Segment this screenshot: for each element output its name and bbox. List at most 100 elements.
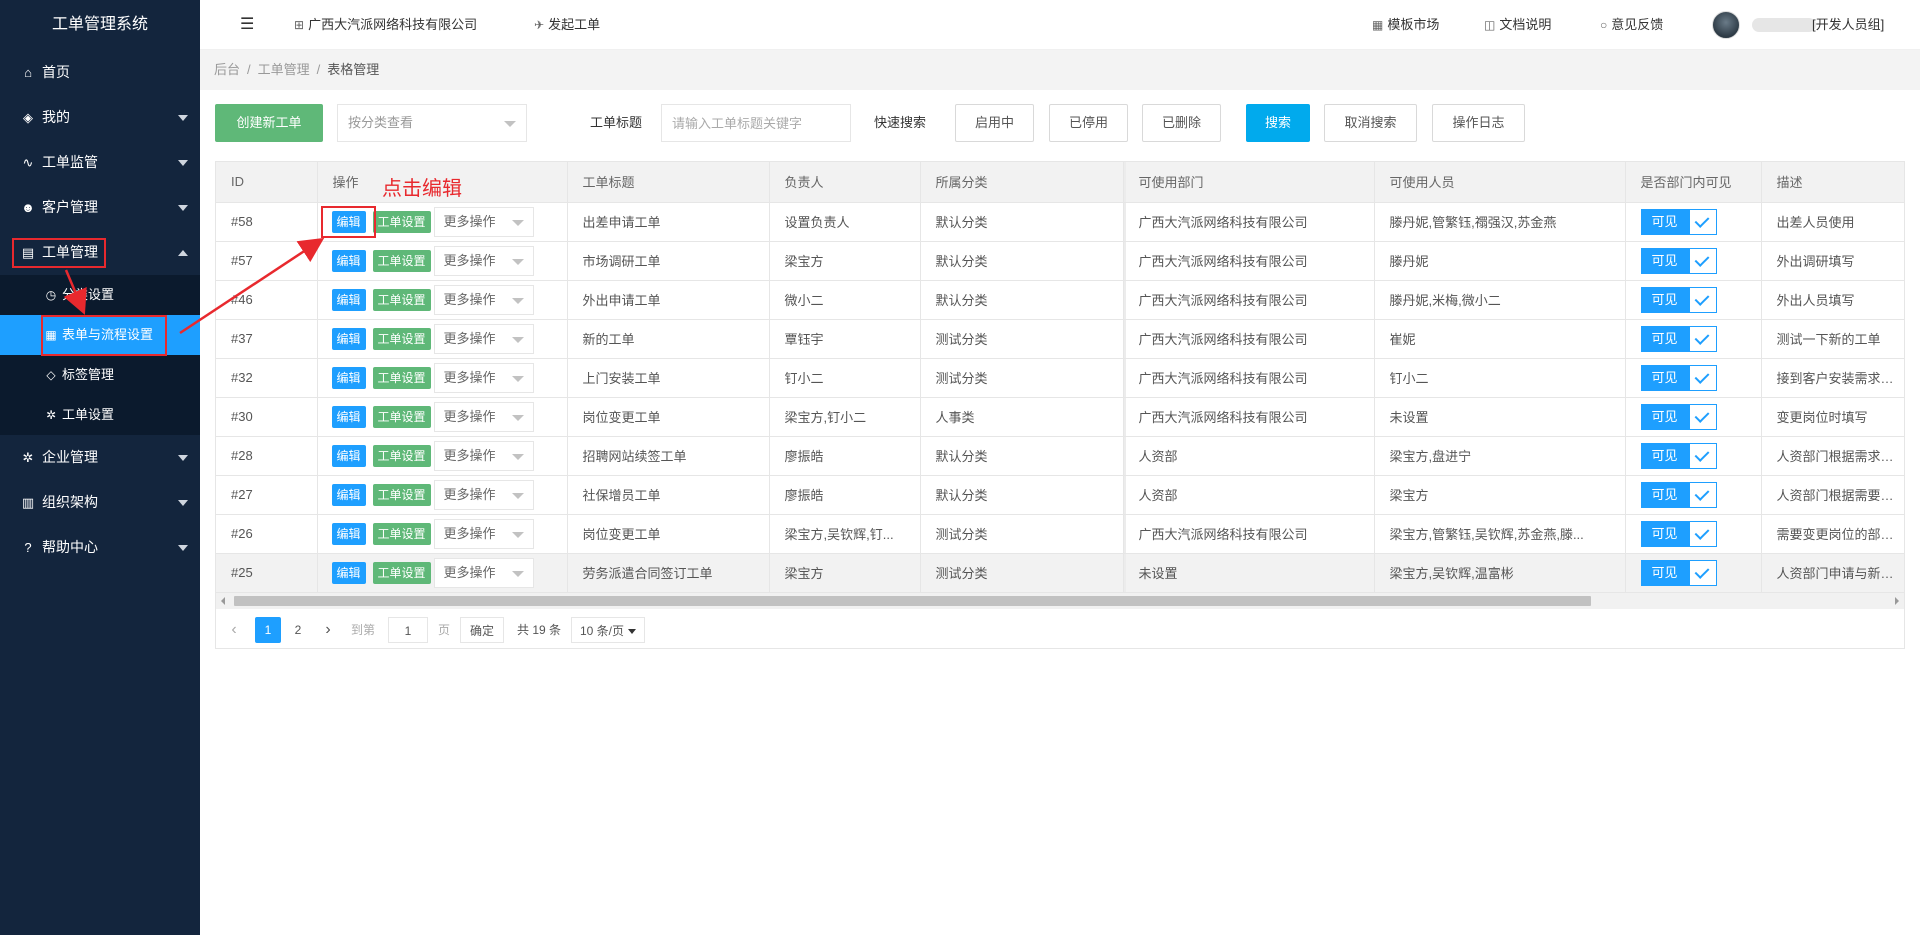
filter-disabled-button[interactable]: 已停用 xyxy=(1049,104,1128,142)
avatar[interactable] xyxy=(1712,11,1740,39)
ticket-settings-button[interactable]: 工单设置 xyxy=(372,327,431,350)
more-actions-dropdown[interactable]: 更多操作 xyxy=(433,401,534,432)
more-actions-dropdown[interactable]: 更多操作 xyxy=(433,206,534,237)
page-button-2[interactable]: 2 xyxy=(285,617,311,643)
edit-button[interactable]: 编辑 xyxy=(331,327,366,350)
more-actions-dropdown[interactable]: 更多操作 xyxy=(433,245,534,276)
goto-confirm-button[interactable]: 确定 xyxy=(460,617,504,643)
edit-button[interactable]: 编辑 xyxy=(331,522,366,545)
sidebar-item-category-settings[interactable]: ◷ 分类设置 xyxy=(0,275,200,315)
goto-page-input[interactable]: 1 xyxy=(388,617,428,643)
visible-toggle[interactable]: 可见 xyxy=(1640,481,1717,508)
company-switcher[interactable]: ⊞ 广西大汽派网络科技有限公司 xyxy=(294,0,477,50)
sidebar-item-help[interactable]: ? 帮助中心 xyxy=(0,525,200,570)
grid-icon: ⊞ xyxy=(294,18,305,32)
category-select[interactable]: 按分类查看 xyxy=(337,104,527,142)
sidebar-item-org[interactable]: ▥ 组织架构 xyxy=(0,480,200,525)
breadcrumb-item[interactable]: 工单管理 xyxy=(258,62,310,77)
page-button-1[interactable]: 1 xyxy=(255,617,281,643)
more-actions-dropdown[interactable]: 更多操作 xyxy=(433,557,534,588)
edit-button[interactable]: 编辑 xyxy=(331,366,366,389)
visible-toggle[interactable]: 可见 xyxy=(1640,364,1717,391)
template-market-link[interactable]: ▦ 模板市场 xyxy=(1372,0,1439,50)
cell-owner: 廖振皓 xyxy=(769,436,921,476)
visible-toggle[interactable]: 可见 xyxy=(1640,442,1717,469)
sidebar-item-enterprise[interactable]: ✲ 企业管理 xyxy=(0,435,200,480)
store-icon: ▦ xyxy=(1372,18,1384,32)
sidebar-item-mine[interactable]: ◈ 我的 xyxy=(0,95,200,140)
edit-button[interactable]: 编辑 xyxy=(331,405,366,428)
prev-page-icon[interactable]: ‹ xyxy=(226,617,242,643)
sidebar-item-monitor[interactable]: ∿ 工单监管 xyxy=(0,140,200,185)
ticket-settings-button[interactable]: 工单设置 xyxy=(372,288,431,311)
user-group[interactable]: [开发人员组] xyxy=(1812,0,1884,50)
visible-toggle[interactable]: 可见 xyxy=(1640,325,1717,352)
visible-toggle[interactable]: 可见 xyxy=(1640,559,1717,586)
more-actions-dropdown[interactable]: 更多操作 xyxy=(433,440,534,471)
sidebar-item-home[interactable]: ⌂ 首页 xyxy=(0,50,200,95)
sidebar-item-form-flow-settings[interactable]: ▦ 表单与流程设置 xyxy=(0,315,200,355)
edit-button[interactable]: 编辑 xyxy=(331,210,366,233)
breadcrumb-item[interactable]: 后台 xyxy=(214,62,240,77)
ticket-settings-button[interactable]: 工单设置 xyxy=(372,405,431,428)
cell-users: 未设置 xyxy=(1374,397,1626,437)
sidebar-item-customers[interactable]: ☻ 客户管理 xyxy=(0,185,200,230)
check-icon xyxy=(1688,208,1717,235)
sidebar: 工单管理系统 ⌂ 首页 ◈ 我的 ∿ 工单监管 ☻ 客户管理 ▤ 工单管理 ◷ … xyxy=(0,0,200,935)
docs-link[interactable]: ◫ 文档说明 xyxy=(1484,0,1551,50)
visible-toggle[interactable]: 可见 xyxy=(1640,208,1717,235)
ticket-settings-button[interactable]: 工单设置 xyxy=(372,210,431,233)
cell-id: #57 xyxy=(216,241,318,281)
sidebar-item-label: 企业管理 xyxy=(42,449,98,465)
scroll-left-icon[interactable] xyxy=(221,597,225,605)
page-size-select[interactable]: 10 条/页 xyxy=(571,617,645,643)
ticket-settings-button[interactable]: 工单设置 xyxy=(372,522,431,545)
more-actions-dropdown[interactable]: 更多操作 xyxy=(433,518,534,549)
filter-deleted-button[interactable]: 已删除 xyxy=(1142,104,1221,142)
scroll-right-icon[interactable] xyxy=(1895,597,1899,605)
ticket-table: ID 操作 工单标题 负责人 所属分类 可使用部门 可使用人员 是否部门内可见 … xyxy=(215,161,1905,648)
operation-log-button[interactable]: 操作日志 xyxy=(1432,104,1525,142)
cell-category: 测试分类 xyxy=(920,319,1124,359)
table-row: #46 编辑 工单设置 更多操作 外出申请工单 微小二 默认分类 广西大汽派网络科技有限公司滕… xyxy=(216,280,1904,320)
sidebar-item-ticket-management[interactable]: ▤ 工单管理 xyxy=(0,230,200,275)
sidebar-item-tag-management[interactable]: ◇ 标签管理 xyxy=(0,355,200,395)
ticket-settings-button[interactable]: 工单设置 xyxy=(372,366,431,389)
visible-toggle[interactable]: 可见 xyxy=(1640,286,1717,313)
gear-icon: ✲ xyxy=(22,450,34,465)
cell-actions: 编辑 工单设置 更多操作 xyxy=(317,436,568,476)
horizontal-scrollbar[interactable] xyxy=(215,593,1905,609)
title-search-input[interactable] xyxy=(661,104,851,142)
page-unit-label: 页 xyxy=(437,623,450,637)
next-page-icon[interactable]: › xyxy=(320,617,336,643)
edit-button[interactable]: 编辑 xyxy=(331,483,366,506)
cell-actions: 编辑 工单设置 更多操作 xyxy=(317,241,568,281)
sidebar-item-ticket-settings[interactable]: ✲ 工单设置 xyxy=(0,395,200,435)
visible-toggle[interactable]: 可见 xyxy=(1640,403,1717,430)
create-ticket-link[interactable]: ✈ 发起工单 xyxy=(534,0,600,50)
table-row: #57 编辑 工单设置 更多操作 市场调研工单 梁宝方 默认分类 广西大汽派网络科技有限公司滕… xyxy=(216,241,1904,281)
more-actions-dropdown[interactable]: 更多操作 xyxy=(433,323,534,354)
filter-enabled-button[interactable]: 启用中 xyxy=(955,104,1034,142)
search-button[interactable]: 搜索 xyxy=(1246,104,1310,142)
more-actions-dropdown[interactable]: 更多操作 xyxy=(433,362,534,393)
check-icon xyxy=(1688,364,1717,391)
ticket-settings-button[interactable]: 工单设置 xyxy=(372,483,431,506)
cancel-search-button[interactable]: 取消搜索 xyxy=(1324,104,1417,142)
ticket-settings-button[interactable]: 工单设置 xyxy=(372,561,431,584)
edit-button[interactable]: 编辑 xyxy=(331,288,366,311)
more-actions-dropdown[interactable]: 更多操作 xyxy=(433,284,534,315)
edit-button[interactable]: 编辑 xyxy=(331,561,366,584)
edit-button[interactable]: 编辑 xyxy=(331,249,366,272)
visible-toggle[interactable]: 可见 xyxy=(1640,520,1717,547)
more-actions-dropdown[interactable]: 更多操作 xyxy=(433,479,534,510)
edit-button[interactable]: 编辑 xyxy=(331,444,366,467)
visible-toggle[interactable]: 可见 xyxy=(1640,247,1717,274)
feedback-link[interactable]: ○ 意见反馈 xyxy=(1600,0,1663,50)
ticket-settings-button[interactable]: 工单设置 xyxy=(372,444,431,467)
menu-toggle-icon[interactable]: ☰ xyxy=(240,0,254,50)
circle-icon: ○ xyxy=(1600,18,1608,32)
ticket-settings-button[interactable]: 工单设置 xyxy=(372,249,431,272)
scrollbar-thumb[interactable] xyxy=(234,596,1591,606)
create-ticket-button[interactable]: 创建新工单 xyxy=(215,104,323,142)
